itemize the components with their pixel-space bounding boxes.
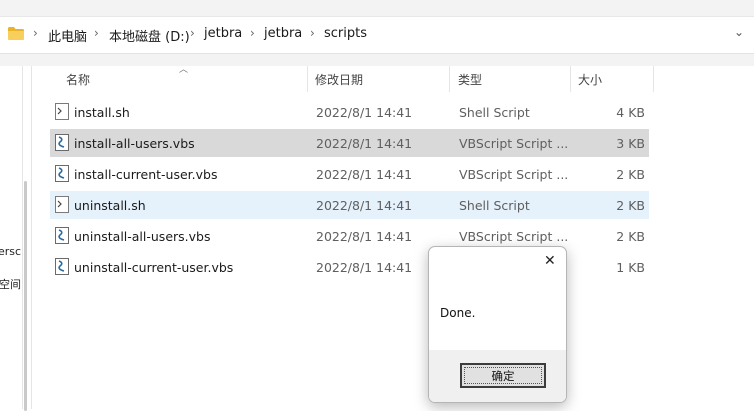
column-divider[interactable]	[570, 66, 571, 92]
vbscript-icon	[55, 165, 69, 182]
file-size: 1 KB	[616, 260, 645, 275]
chevron-right-icon: ›	[190, 26, 195, 40]
file-row-install-sh[interactable]: install.sh 2022/8/1 14:41 Shell Script 4…	[50, 98, 649, 126]
address-bar-area: › 此电脑 › 本地磁盘 (D:) › jetbra › jetbra › sc…	[0, 0, 754, 66]
file-type: Shell Script	[459, 198, 530, 213]
dialog-message: Done.	[440, 306, 476, 320]
vbscript-icon	[55, 227, 69, 244]
file-row-install-current-user-vbs[interactable]: install-current-user.vbs 2022/8/1 14:41 …	[50, 160, 649, 188]
dialog-footer: 确定	[429, 350, 566, 402]
file-size: 2 KB	[616, 198, 645, 213]
file-size: 4 KB	[616, 105, 645, 120]
divider	[31, 66, 32, 409]
chevron-right-icon: ›	[33, 26, 38, 40]
breadcrumb-jetbra-2[interactable]: jetbra	[264, 26, 302, 41]
column-header-type[interactable]: 类型	[458, 71, 482, 88]
shell-script-icon	[55, 196, 69, 213]
shell-script-icon	[55, 103, 69, 120]
chevron-right-icon: ›	[250, 26, 255, 40]
breadcrumb-drive-d[interactable]: 本地磁盘 (D:)	[109, 26, 190, 45]
breadcrumb-jetbra-1[interactable]: jetbra	[204, 26, 242, 41]
column-divider[interactable]	[307, 66, 308, 92]
file-date: 2022/8/1 14:41	[316, 167, 413, 182]
file-row-uninstall-sh[interactable]: uninstall.sh 2022/8/1 14:41 Shell Script…	[50, 191, 649, 219]
file-type: Shell Script	[459, 105, 530, 120]
file-name: uninstall-all-users.vbs	[74, 229, 211, 244]
sort-up-icon: ︿	[179, 65, 189, 75]
file-date: 2022/8/1 14:41	[316, 198, 413, 213]
file-size: 2 KB	[616, 167, 645, 182]
file-name: uninstall-current-user.vbs	[74, 260, 234, 275]
file-name: install.sh	[74, 105, 130, 120]
column-header-date[interactable]: 修改日期	[315, 71, 363, 88]
vbscript-icon	[55, 258, 69, 275]
file-type: VBScript Script ...	[459, 136, 569, 151]
ok-button[interactable]: 确定	[460, 363, 546, 388]
file-type: VBScript Script ...	[459, 229, 569, 244]
column-header-size[interactable]: 大小	[578, 71, 602, 88]
chevron-down-icon[interactable]: ⌄	[734, 25, 744, 39]
file-name: install-current-user.vbs	[74, 167, 218, 182]
nav-scrollbar[interactable]	[24, 181, 27, 411]
address-bar[interactable]: › 此电脑 › 本地磁盘 (D:) › jetbra › jetbra › sc…	[0, 16, 754, 54]
divider	[22, 66, 23, 409]
message-dialog: ✕ Done. 确定	[428, 246, 567, 403]
nav-item-label[interactable]: 空间	[0, 276, 21, 292]
vbscript-icon	[55, 134, 69, 151]
file-size: 2 KB	[616, 229, 645, 244]
chevron-right-icon: ›	[94, 26, 99, 40]
file-type: VBScript Script ...	[459, 167, 569, 182]
file-date: 2022/8/1 14:41	[316, 229, 413, 244]
nav-item-label[interactable]: ersc	[0, 245, 21, 258]
file-name: uninstall.sh	[74, 198, 146, 213]
column-divider[interactable]	[449, 66, 450, 92]
file-row-install-all-users-vbs[interactable]: install-all-users.vbs 2022/8/1 14:41 VBS…	[50, 129, 649, 157]
breadcrumb-scripts[interactable]: scripts	[324, 26, 367, 41]
file-date: 2022/8/1 14:41	[316, 260, 413, 275]
column-divider[interactable]	[653, 66, 654, 92]
chevron-right-icon: ›	[310, 26, 315, 40]
close-icon[interactable]: ✕	[544, 253, 556, 269]
file-date: 2022/8/1 14:41	[316, 136, 413, 151]
breadcrumb-this-pc[interactable]: 此电脑	[48, 26, 87, 45]
file-date: 2022/8/1 14:41	[316, 105, 413, 120]
column-header-name[interactable]: 名称	[66, 71, 90, 88]
folder-icon	[8, 27, 24, 40]
file-size: 3 KB	[616, 136, 645, 151]
navigation-pane: ersc 空间	[0, 66, 33, 411]
column-header: 名称 修改日期 类型 大小	[50, 66, 654, 92]
file-name: install-all-users.vbs	[74, 136, 195, 151]
